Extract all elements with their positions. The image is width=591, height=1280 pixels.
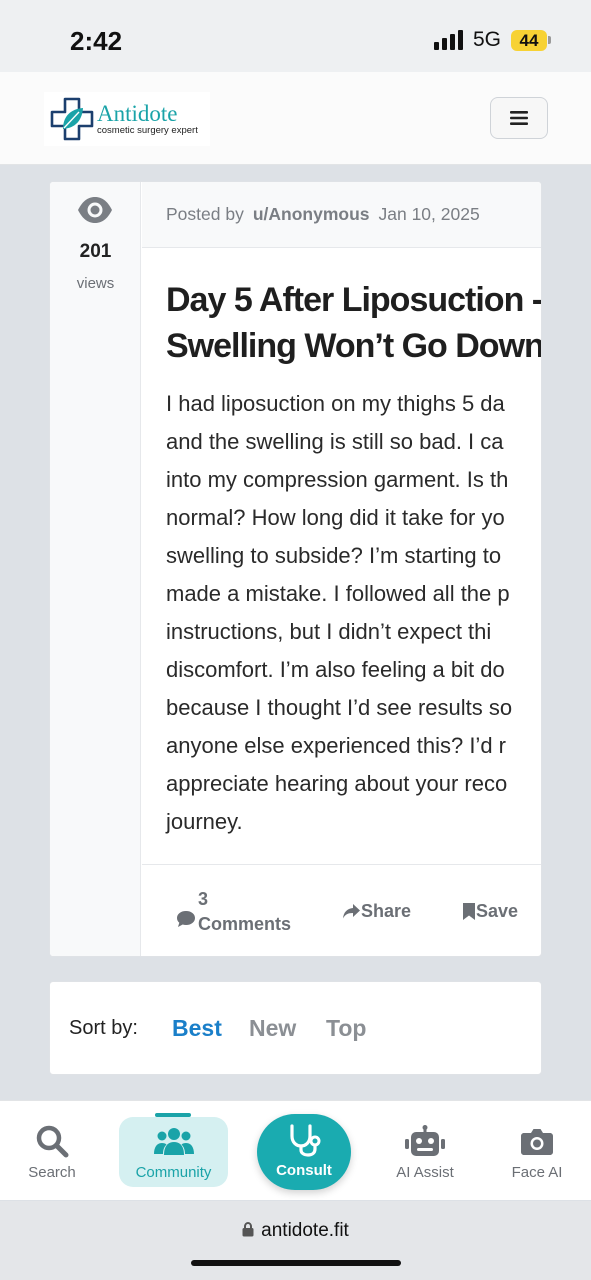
post-body-line: journey.: [166, 809, 243, 834]
camera-icon: [521, 1129, 553, 1155]
search-icon: [36, 1125, 69, 1158]
nav-face-ai[interactable]: Face AI: [505, 1101, 569, 1201]
comments-button[interactable]: 3 Comments: [176, 887, 291, 937]
bottom-nav: Search Community Consult AI Assist Face …: [0, 1100, 591, 1200]
post-title: Day 5 After Liposuction - Swelling Won’t…: [166, 277, 542, 369]
save-button[interactable]: Save: [462, 901, 518, 922]
post-body-line: I had liposuction on my thighs 5 da: [166, 391, 505, 416]
brand-tagline: cosmetic surgery expert: [97, 124, 198, 136]
share-label: Share: [361, 901, 412, 921]
home-indicator[interactable]: [191, 1260, 401, 1266]
menu-button[interactable]: [490, 97, 548, 139]
post-body: I had liposuction on my thighs 5 da and …: [166, 385, 512, 841]
network-type: 5G: [472, 28, 501, 51]
sort-label: Sort by:: [69, 1017, 138, 1039]
battery-icon: 44: [511, 29, 551, 51]
comments-count: 3: [198, 889, 209, 909]
status-bar: 2:42 5G 44: [0, 0, 591, 72]
nav-search[interactable]: Search: [22, 1101, 82, 1201]
status-time: 2:42: [70, 26, 123, 56]
share-icon: [343, 904, 360, 919]
post-title-line: Day 5 After Liposuction -: [166, 281, 542, 319]
post-body-line: instructions, but I didn’t expect thi: [166, 619, 492, 644]
post-body-line: because I thought I’d see results so: [166, 695, 513, 720]
post-body-line: swelling to subside? I’m starting to: [166, 543, 502, 568]
eye-icon: [78, 197, 112, 223]
stethoscope-icon: [290, 1124, 321, 1157]
post-body-line: appreciate hearing about your reco: [166, 771, 508, 796]
nav-face-ai-label: Face AI: [511, 1164, 563, 1181]
status-indicators: 5G 44: [433, 28, 551, 52]
views-label: views: [76, 275, 115, 292]
post-body-line: and the swelling is still so bad. I ca: [166, 429, 504, 454]
sort-option-best[interactable]: Best: [172, 1015, 222, 1042]
community-icon: [153, 1128, 194, 1155]
views-column: 201 views: [50, 182, 141, 956]
post-meta: Posted by u/Anonymous Jan 10, 2025: [142, 182, 541, 248]
post-body-line: normal? How long did it take for yo: [166, 505, 505, 530]
post-date: Jan 10, 2025: [378, 204, 480, 224]
sort-option-top[interactable]: Top: [326, 1015, 366, 1042]
nav-community[interactable]: Community: [119, 1113, 228, 1187]
post-body-line: discomfort. I’m also feeling a bit do: [166, 657, 505, 682]
bookmark-icon: [463, 903, 475, 920]
views-count: 201: [79, 241, 112, 262]
comment-bubble-icon: [177, 911, 195, 927]
browser-url-bar[interactable]: antidote.fit: [0, 1201, 591, 1280]
brand-name: Antidote: [97, 100, 178, 126]
nav-community-label: Community: [135, 1164, 212, 1181]
save-label: Save: [476, 901, 519, 921]
post-body-line: anyone else experienced this? I’d r: [166, 733, 506, 758]
signal-icon: [433, 30, 463, 50]
nav-ai-assist[interactable]: AI Assist: [388, 1101, 462, 1201]
sort-bar: Sort by: Best New Top: [49, 981, 542, 1075]
site-header: Antidote cosmetic surgery expert: [0, 72, 591, 165]
nav-search-label: Search: [28, 1164, 76, 1181]
post-content: Posted by u/Anonymous Jan 10, 2025 Day 5 A…: [142, 182, 542, 956]
post-actions: 3 Comments Share Save: [142, 864, 541, 956]
nav-consult-label: Consult: [276, 1162, 332, 1179]
post-body-line: made a mistake. I followed all the p: [166, 581, 510, 606]
active-indicator: [155, 1113, 191, 1117]
medical-cross-leaf-icon: [50, 97, 94, 141]
nav-ai-assist-label: AI Assist: [396, 1164, 454, 1181]
comments-label: Comments: [198, 914, 292, 934]
sort-option-new[interactable]: New: [249, 1015, 296, 1042]
robot-icon: [405, 1125, 445, 1156]
lock-icon: [242, 1222, 254, 1237]
battery-level: 44: [511, 29, 547, 51]
posted-by-label: Posted by: [166, 204, 244, 224]
post-author[interactable]: u/Anonymous: [253, 204, 370, 224]
share-button[interactable]: Share: [342, 901, 411, 922]
url-text: antidote.fit: [261, 1220, 349, 1241]
nav-consult[interactable]: Consult: [257, 1114, 351, 1190]
post-body-line: into my compression garment. Is th: [166, 467, 509, 492]
antidote-logo[interactable]: Antidote cosmetic surgery expert: [44, 92, 210, 146]
post-card: 201 views Posted by u/Anonymous Jan 10, 20…: [49, 181, 542, 957]
post-title-line: Swelling Won’t Go Down!: [166, 327, 542, 365]
hamburger-icon: [510, 111, 528, 125]
